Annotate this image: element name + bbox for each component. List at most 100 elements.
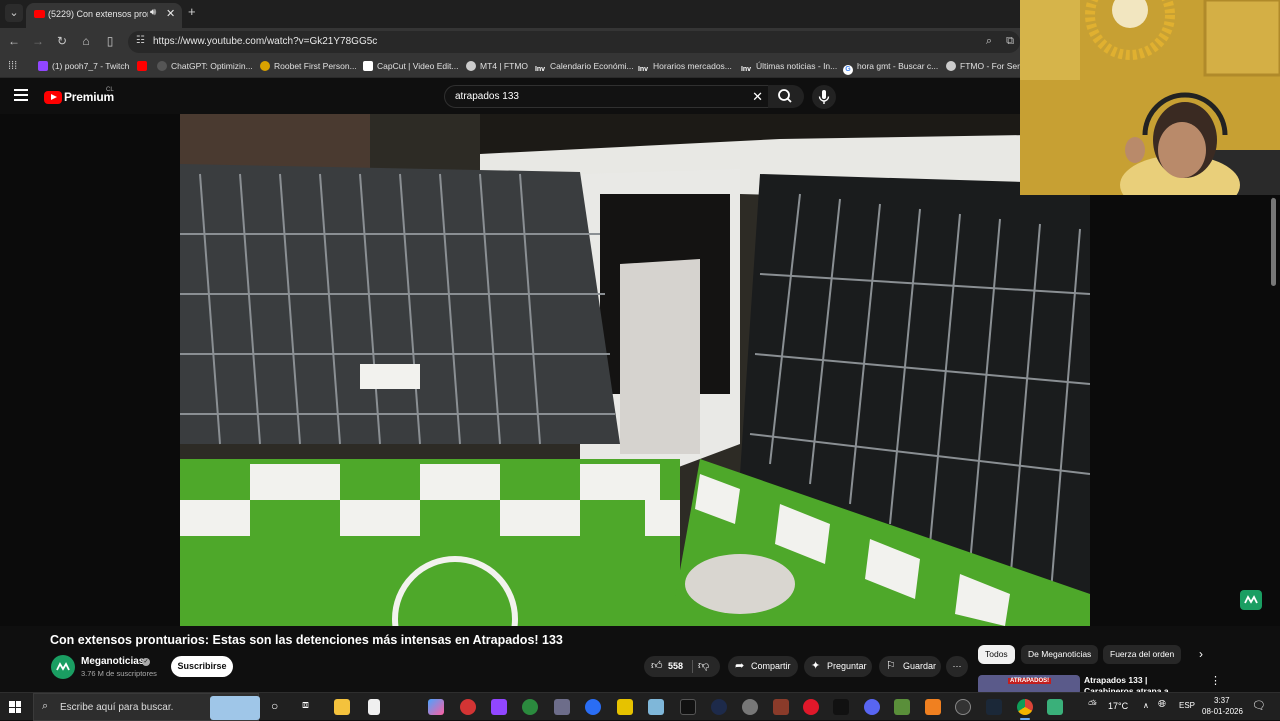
settings-gear-icon[interactable]: [742, 699, 758, 715]
chip-fuerza-del-orden[interactable]: Fuerza del orden: [1103, 645, 1182, 664]
webcam-feed: [1020, 0, 1280, 195]
reload-icon[interactable]: ↻: [54, 34, 70, 48]
address-bar[interactable]: ☷ https://www.youtube.com/watch?v=Gk21Y7…: [128, 31, 1020, 53]
clock-date[interactable]: 08-01-2026: [1202, 707, 1243, 716]
like-count[interactable]: 558: [668, 656, 683, 677]
notification-icon[interactable]: 🗨︎: [1252, 699, 1266, 712]
ask-button[interactable]: ✦ Preguntar: [804, 656, 872, 677]
bookmark-horarios[interactable]: Inv Horarios mercados...: [637, 61, 732, 75]
search-icon: [778, 89, 792, 103]
minecraft-icon[interactable]: [894, 699, 910, 715]
more-actions-button[interactable]: ···: [946, 656, 968, 677]
recommended-more-icon[interactable]: ⋮: [1210, 674, 1221, 687]
app-red-icon[interactable]: [460, 699, 476, 715]
sticky-notes-icon[interactable]: [617, 699, 633, 715]
search-button[interactable]: [768, 85, 804, 108]
chips-next-icon[interactable]: ›: [1199, 647, 1203, 661]
hamburger-menu-icon[interactable]: [14, 89, 28, 101]
install-app-icon[interactable]: ⧉: [1006, 35, 1014, 48]
bookmark-twitch[interactable]: (1) pooh7_7 - Twitch: [38, 61, 129, 71]
chip-todos[interactable]: Todos: [978, 645, 1015, 664]
forward-icon[interactable]: →: [30, 34, 46, 48]
opera-icon[interactable]: [803, 699, 819, 715]
weather-icon[interactable]: ⛅︎: [1088, 699, 1097, 712]
app-blue-icon[interactable]: [648, 699, 664, 715]
channel-watermark-icon[interactable]: [1240, 590, 1262, 610]
speaker-icon[interactable]: 🔊︎: [150, 7, 156, 18]
twitch-taskbar-icon[interactable]: [491, 699, 507, 715]
channel-name[interactable]: Meganoticias: [81, 656, 144, 667]
windows-start-icon[interactable]: [9, 701, 21, 713]
tab-close-icon[interactable]: ✕: [166, 7, 175, 20]
save-label: Guardar: [903, 661, 937, 671]
discord-icon[interactable]: [864, 699, 880, 715]
save-button[interactable]: ⚐ Guardar: [879, 656, 941, 677]
thumbs-up-icon[interactable]: 👍︎: [651, 656, 663, 677]
back-icon[interactable]: ←: [6, 34, 22, 48]
browser-tab-active[interactable]: (5229) Con extensos prontuarios 🔊︎ ✕: [26, 3, 182, 28]
channel-avatar[interactable]: [51, 655, 75, 679]
bookmark-noticias[interactable]: Inv Últimas noticias - In...: [740, 61, 837, 75]
chip-de-meganoticias[interactable]: De Meganoticias: [1021, 645, 1099, 664]
cortana-circle-icon[interactable]: ○: [271, 699, 278, 713]
tab-search-button[interactable]: ⌄: [5, 4, 23, 22]
bookmark-calendario[interactable]: Inv Calendario Económi...: [534, 61, 634, 75]
app-circle-icon[interactable]: [955, 699, 971, 715]
voice-search-button[interactable]: [812, 85, 836, 109]
network-icon[interactable]: 🌐︎: [1158, 699, 1166, 710]
new-tab-button[interactable]: +: [188, 4, 196, 19]
site-info-icon[interactable]: ☷: [136, 35, 145, 46]
share-button[interactable]: ➦ Compartir: [728, 656, 798, 677]
app-orange-icon[interactable]: [925, 699, 941, 715]
app-brown-icon[interactable]: [773, 699, 789, 715]
sparkle-icon: ✦: [811, 660, 821, 672]
ftmo-icon: [466, 61, 476, 71]
thumbs-down-icon[interactable]: 👎︎: [698, 656, 709, 677]
zoom-icon[interactable]: ⌕: [986, 35, 992, 48]
video-frame: [180, 114, 1090, 626]
clear-search-icon[interactable]: ✕: [752, 89, 763, 105]
bookmark-youtube[interactable]: [137, 61, 151, 71]
capcut-taskbar-icon[interactable]: [680, 699, 696, 715]
bookmark-roobet[interactable]: Roobet First Person...: [260, 61, 357, 71]
app-green-icon[interactable]: [522, 699, 538, 715]
taskbar-search-placeholder[interactable]: Escribe aquí para buscar.: [60, 702, 173, 713]
youtube-favicon-icon: [34, 10, 45, 18]
task-view-icon[interactable]: ⧈: [302, 699, 309, 712]
taskbar-search-box[interactable]: ⌕ Escribe aquí para buscar.: [33, 693, 260, 721]
bookmark-ftmo[interactable]: FTMO - For Serio: [946, 61, 1027, 71]
bookmark-mt4-ftmo[interactable]: MT4 | FTMO: [466, 61, 528, 71]
chatgpt-icon: [157, 61, 167, 71]
youtube-logo-icon[interactable]: [44, 91, 62, 104]
copilot-icon[interactable]: [428, 699, 444, 715]
steam-icon[interactable]: [986, 699, 1002, 715]
clock-time[interactable]: 3:37: [1214, 696, 1230, 705]
split-view-icon[interactable]: ▯: [102, 34, 118, 48]
webcam-overlay: [1020, 0, 1280, 195]
file-explorer-icon[interactable]: [334, 699, 350, 715]
app-dark-icon[interactable]: [711, 699, 727, 715]
page-scrollbar-thumb[interactable]: [1271, 198, 1276, 286]
tray-chevron-icon[interactable]: ∧: [1143, 701, 1149, 710]
url-text[interactable]: https://www.youtube.com/watch?v=Gk21Y78G…: [153, 36, 377, 47]
bookmark-hora-gmt[interactable]: Ghora gmt - Buscar c...: [843, 61, 938, 75]
verified-badge-icon: ✓: [142, 658, 150, 666]
search-input-value[interactable]: atrapados 133: [455, 91, 519, 102]
app-grid-icon[interactable]: [554, 699, 570, 715]
bookmark-capcut[interactable]: CapCut | Video Edit...: [363, 61, 458, 71]
app-cube-icon[interactable]: [1047, 699, 1063, 715]
youtube-icon: [137, 61, 147, 71]
chrome-icon[interactable]: [1017, 699, 1033, 715]
video-player[interactable]: [180, 114, 1090, 626]
tiktok-icon[interactable]: [833, 699, 849, 715]
notepad-icon[interactable]: [368, 699, 380, 715]
zoom-app-icon[interactable]: [585, 699, 601, 715]
bookmark-chatgpt[interactable]: ChatGPT: Optimizin...: [157, 61, 253, 71]
apps-grid-icon[interactable]: ⁞⁞⁞: [8, 60, 17, 72]
video-title: Con extensos prontuarios: Estas son las …: [50, 633, 563, 647]
subscribe-button[interactable]: Suscribirse: [171, 656, 233, 677]
language-indicator[interactable]: ESP: [1179, 701, 1195, 710]
search-input[interactable]: atrapados 133 ✕: [444, 85, 774, 108]
home-icon[interactable]: ⌂: [78, 34, 94, 48]
weather-temp[interactable]: 17°C: [1108, 701, 1128, 711]
